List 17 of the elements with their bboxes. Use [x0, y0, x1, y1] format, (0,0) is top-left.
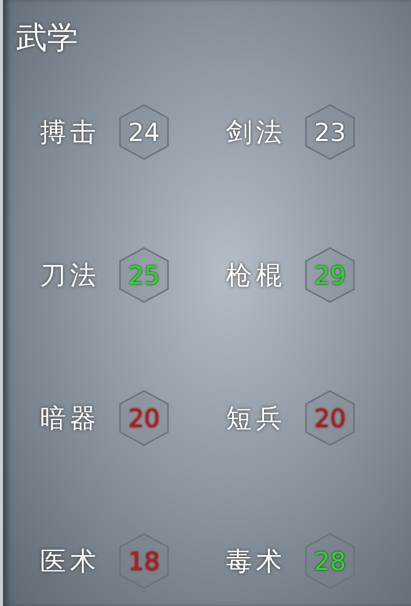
- skill-label: 刀法: [40, 260, 100, 292]
- skill-value: 25: [128, 260, 160, 290]
- skill-label: 医术: [40, 546, 100, 578]
- skill-label: 暗器: [40, 402, 100, 436]
- skill-label: 毒术: [226, 546, 286, 578]
- skill-value: 20: [314, 404, 346, 432]
- section-title: 武学: [16, 19, 79, 58]
- skill-value: 23: [314, 118, 346, 146]
- skill-value: 29: [314, 260, 346, 290]
- skill-label: 剑法: [226, 116, 286, 150]
- skill-value: 20: [128, 404, 160, 432]
- skill-label: 搏击: [40, 116, 100, 150]
- skill-label: 短兵: [226, 402, 286, 436]
- skill-value: 24: [128, 118, 160, 146]
- skill-value: 18: [128, 546, 160, 576]
- skill-value: 28: [314, 546, 346, 576]
- skill-label: 枪棍: [226, 260, 286, 292]
